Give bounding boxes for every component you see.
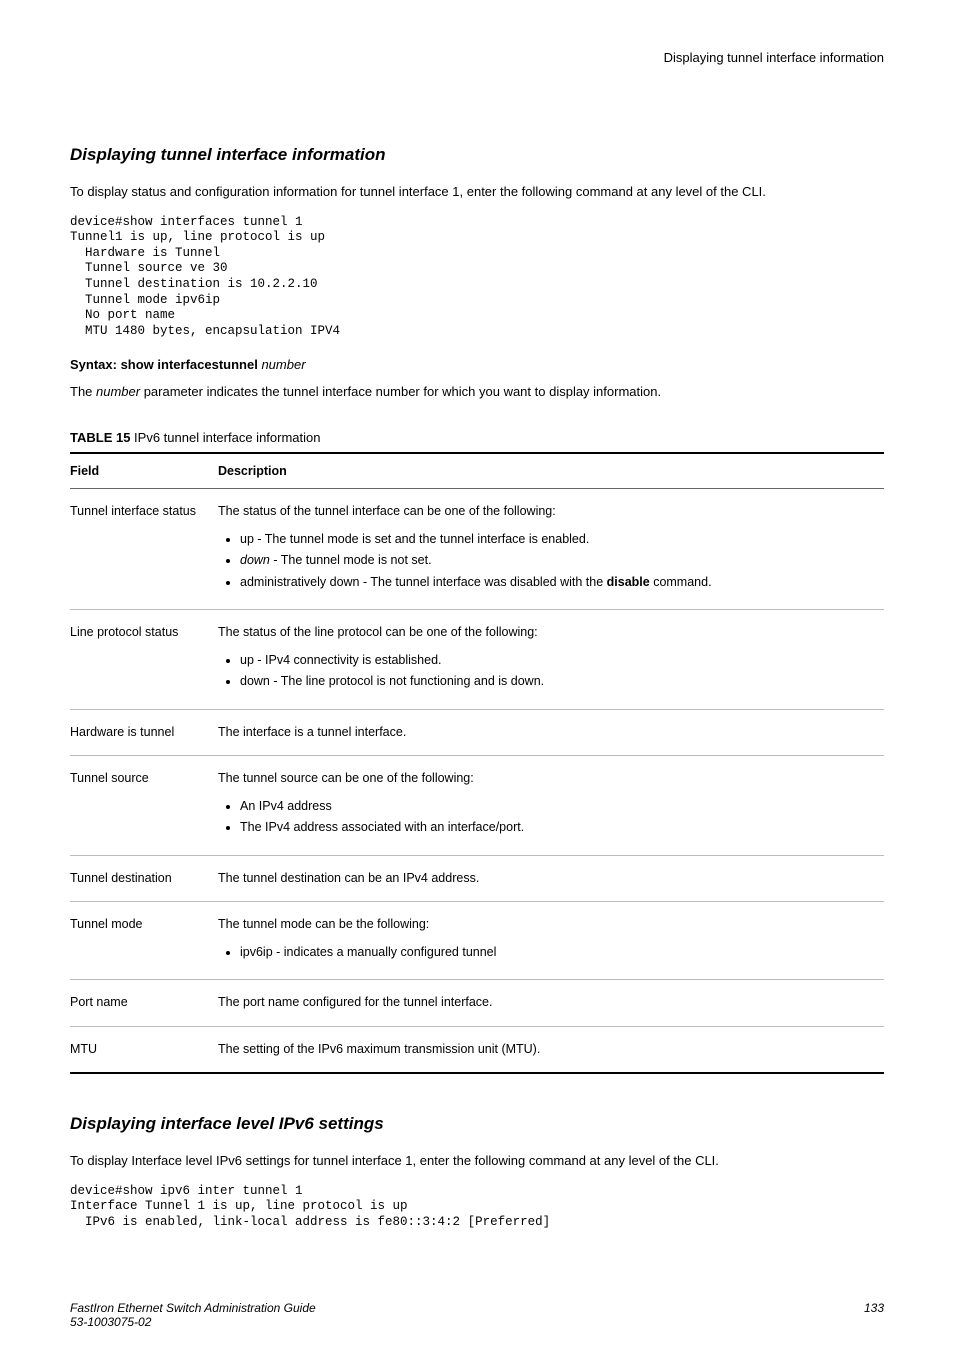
cell-field: Port name [70,980,218,1027]
text: The tunnel mode can be the following: [218,917,429,931]
cell-desc: The status of the tunnel interface can b… [218,489,884,610]
cell-field: Tunnel interface status [70,489,218,610]
cell-desc: The setting of the IPv6 maximum transmis… [218,1026,884,1073]
table-row: MTU The setting of the IPv6 maximum tran… [70,1026,884,1073]
cell-field: Tunnel mode [70,902,218,980]
list: up - The tunnel mode is set and the tunn… [218,531,876,592]
param-word: number [96,384,140,399]
section-title-2: Displaying interface level IPv6 settings [70,1114,884,1134]
cell-field: Hardware is tunnel [70,709,218,756]
table-row: Tunnel mode The tunnel mode can be the f… [70,902,884,980]
cell-desc: The status of the line protocol can be o… [218,610,884,710]
list: ipv6ip - indicates a manually configured… [218,944,876,962]
table-row: Tunnel source The tunnel source can be o… [70,756,884,856]
cell-desc: The tunnel destination can be an IPv4 ad… [218,855,884,902]
running-header: Displaying tunnel interface information [70,50,884,65]
table-row: Tunnel destination The tunnel destinatio… [70,855,884,902]
table-row: Tunnel interface status The status of th… [70,489,884,610]
list-item: up - The tunnel mode is set and the tunn… [240,531,876,549]
list-item: administratively down - The tunnel inter… [240,574,876,592]
text: The [70,384,96,399]
text: The tunnel source can be one of the foll… [218,771,474,785]
list-item: down - The line protocol is not function… [240,673,876,691]
cell-desc: The port name configured for the tunnel … [218,980,884,1027]
cell-field: MTU [70,1026,218,1073]
page-footer: FastIron Ethernet Switch Administration … [70,1301,884,1329]
text: administratively down - The tunnel inter… [240,575,607,589]
table-row: Hardware is tunnel The interface is a tu… [70,709,884,756]
th-field: Field [70,454,218,489]
table-row: Line protocol status The status of the l… [70,610,884,710]
footer-left: FastIron Ethernet Switch Administration … [70,1301,316,1329]
word: down [240,553,270,567]
doc-number: 53-1003075-02 [70,1315,316,1329]
table-title: TABLE 15 IPv6 tunnel interface informati… [70,429,884,447]
syntax-line: Syntax: show interfacestunnel number [70,356,884,374]
list-item: The IPv4 address associated with an inte… [240,819,876,837]
param-description: The number parameter indicates the tunne… [70,383,884,401]
cell-desc: The interface is a tunnel interface. [218,709,884,756]
cell-field: Tunnel source [70,756,218,856]
table-caption: IPv6 tunnel interface information [130,430,320,445]
text: The status of the line protocol can be o… [218,625,538,639]
table-number: TABLE 15 [70,430,130,445]
cell-desc: The tunnel mode can be the following: ip… [218,902,884,980]
list-item: An IPv4 address [240,798,876,816]
text: The status of the tunnel interface can b… [218,504,556,518]
list-item: down - The tunnel mode is not set. [240,552,876,570]
syntax-lead: Syntax: show interfacestunnel [70,357,258,372]
syntax-param: number [261,357,305,372]
cell-field: Line protocol status [70,610,218,710]
list-item: ipv6ip - indicates a manually configured… [240,944,876,962]
cell-desc: The tunnel source can be one of the foll… [218,756,884,856]
page-number: 133 [864,1301,884,1329]
code-block-1: device#show interfaces tunnel 1 Tunnel1 … [70,215,884,340]
list-item: up - IPv4 connectivity is established. [240,652,876,670]
cell-field: Tunnel destination [70,855,218,902]
section2-intro: To display Interface level IPv6 settings… [70,1152,884,1170]
list: up - IPv4 connectivity is established. d… [218,652,876,691]
text: parameter indicates the tunnel interface… [140,384,661,399]
text: - The tunnel mode is not set. [270,553,432,567]
table-ipv6-tunnel-info: Field Description Tunnel interface statu… [70,452,884,1074]
code-block-2: device#show ipv6 inter tunnel 1 Interfac… [70,1184,884,1231]
section1-intro: To display status and configuration info… [70,183,884,201]
list: An IPv4 address The IPv4 address associa… [218,798,876,837]
doc-title: FastIron Ethernet Switch Administration … [70,1301,316,1315]
text: command. [650,575,712,589]
table-row: Port name The port name configured for t… [70,980,884,1027]
section-title-1: Displaying tunnel interface information [70,145,884,165]
word: disable [607,575,650,589]
th-description: Description [218,454,884,489]
